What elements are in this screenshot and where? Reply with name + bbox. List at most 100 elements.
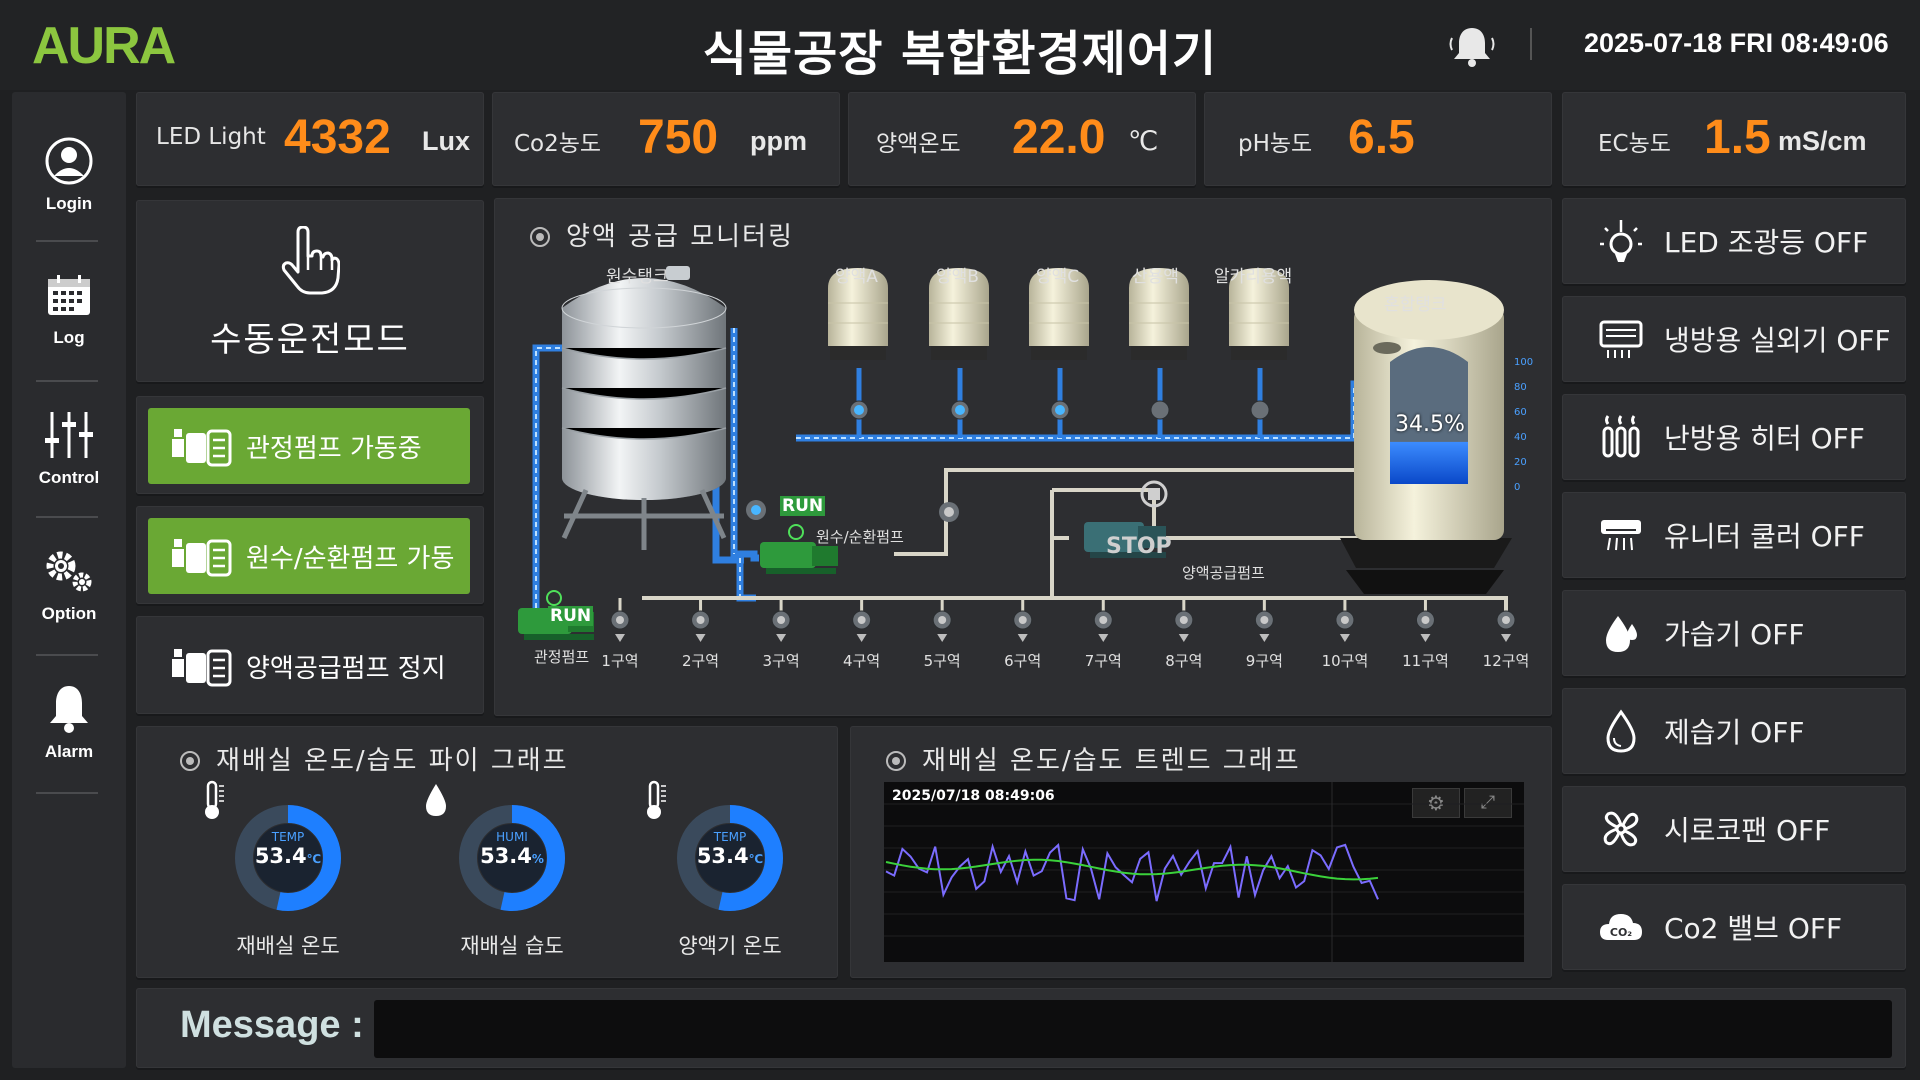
- control-ac-outdoor[interactable]: 냉방용 실외기 OFF: [1562, 296, 1906, 382]
- control-label: 냉방용 실외기 OFF: [1664, 324, 1891, 357]
- sensor-card-solution-temp: 양액온도 22.0 ℃: [848, 92, 1196, 186]
- zone-valve-core: [1179, 616, 1188, 624]
- sensor-card-led: LED Light 4332 Lux: [136, 92, 484, 186]
- pump-icon: [172, 429, 232, 467]
- well-pump-button[interactable]: 관정펌프 가동중: [148, 408, 470, 484]
- header-divider: [1530, 28, 1532, 60]
- sidebar-item-label: Log: [53, 328, 85, 347]
- cooler-icon: [1601, 520, 1641, 551]
- svg-text:CO₂: CO₂: [1610, 926, 1632, 939]
- zone-label-3: 3구역: [762, 652, 800, 670]
- sidebar-item-option[interactable]: Option: [12, 546, 126, 624]
- zone-valve-core: [616, 616, 624, 624]
- supply-pump-button[interactable]: 양액공급펌프 정지: [148, 628, 470, 704]
- trend-chart-area: 2025/07/18 08:49:06 ⚙ ⤢: [884, 782, 1524, 962]
- sensor-unit: Lux: [422, 126, 471, 156]
- bell-icon: [50, 686, 88, 733]
- control-label: 가습기 OFF: [1664, 618, 1805, 651]
- control-label: LED 조광등 OFF: [1664, 226, 1869, 259]
- control-humidifier[interactable]: 가습기 OFF: [1562, 590, 1906, 676]
- bulb-icon: [1600, 220, 1642, 262]
- fan-icon: [1603, 811, 1639, 847]
- tank-label-a: 양액A: [835, 267, 878, 287]
- control-label: 유니터 쿨러 OFF: [1664, 520, 1865, 553]
- control-sirocco-fan[interactable]: 시로코팬 OFF: [1562, 786, 1906, 872]
- control-label: 제습기 OFF: [1664, 716, 1805, 749]
- gauge-center-0: TEMP 53.4℃: [254, 830, 322, 868]
- trend-graph-panel: 재배실 온도/습도 트렌드 그래프 2025/07/18 08:49:06 ⚙ …: [850, 726, 1552, 978]
- pie-graph-panel: 재배실 온도/습도 파이 그래프 재배실 온도 재배실 습도 양액기 온도 TE…: [136, 726, 838, 978]
- zone-label-12: 12구역: [1482, 652, 1530, 670]
- sensor-card-ec: EC농도 1.5 mS/cm: [1562, 92, 1906, 186]
- control-led[interactable]: LED 조광등 OFF: [1562, 198, 1906, 284]
- zone-valve-core: [938, 616, 947, 624]
- zone-label-7: 7구역: [1084, 652, 1122, 670]
- control-co2-valve[interactable]: CO₂ Co2 밸브 OFF: [1562, 884, 1906, 970]
- control-dehumidifier[interactable]: 제습기 OFF: [1562, 688, 1906, 774]
- zone-label-1: 1구역: [601, 652, 639, 670]
- sensor-value: 6.5: [1348, 111, 1415, 164]
- zone-label-11: 11구역: [1402, 652, 1449, 670]
- sensor-value: 750: [638, 111, 719, 164]
- sidebar-item-alarm[interactable]: Alarm: [12, 684, 126, 762]
- circulation-pump-panel: 원수/순환펌프 가동: [136, 506, 484, 604]
- zone-arrow: [1178, 634, 1189, 642]
- current-datetime: 2025-07-18 FRI 08:49:06: [1584, 28, 1889, 58]
- trend-title: 재배실 온도/습도 트렌드 그래프: [886, 740, 1301, 777]
- heater-icon: [1602, 415, 1640, 458]
- zone-arrow: [695, 634, 706, 642]
- gauge-center-1: HUMI 53.4%: [480, 830, 544, 868]
- sensor-value: 1.5: [1704, 111, 1771, 164]
- zone-arrow: [937, 634, 948, 642]
- well-pump-state: RUN: [548, 606, 594, 626]
- sidebar-item-log[interactable]: Log: [12, 272, 126, 348]
- zone-label-5: 5구역: [923, 652, 961, 670]
- sensor-card-ph: pH농도 6.5: [1204, 92, 1552, 186]
- zone-valve-core: [1018, 616, 1027, 624]
- sidebar: Login Log Control Option Alarm: [12, 92, 126, 1068]
- supply-pump-panel: 양액공급펌프 정지: [136, 616, 484, 714]
- mix-tank-level-fill: [1390, 441, 1468, 484]
- manual-mode-button[interactable]: 수동운전모드: [136, 200, 484, 382]
- zone-label-9: 9구역: [1245, 652, 1283, 670]
- control-heater[interactable]: 난방용 히터 OFF: [1562, 394, 1906, 480]
- zone-valve-core: [1340, 616, 1349, 624]
- sidebar-item-label: Control: [38, 468, 100, 487]
- thermometer-icon: [647, 780, 666, 819]
- sensor-label: pH농도: [1238, 131, 1313, 157]
- circulation-pump-label: 원수/순환펌프 가동: [246, 543, 455, 574]
- sensor-unit: ℃: [1128, 126, 1159, 156]
- tank-label-b: 양액B: [936, 267, 979, 287]
- sidebar-divider: [36, 792, 98, 794]
- gauge-label-room-temp: 재배실 온도: [236, 934, 340, 958]
- well-pump-panel: 관정펌프 가동중: [136, 396, 484, 494]
- droplet-icon: [426, 784, 446, 816]
- sensor-label: Co2농도: [514, 131, 602, 157]
- zone-valve-core: [857, 616, 866, 624]
- supply-pump-label: 양액공급펌프 정지: [246, 653, 446, 684]
- nutrient-monitor-panel: 양액 공급 모니터링 원수탱크 양액A 양액B 양액C 산용액 알카리용액 혼합…: [494, 198, 1552, 716]
- zone-valve-core: [1502, 616, 1510, 624]
- sidebar-item-control[interactable]: Control: [12, 410, 126, 488]
- sensor-label: EC농도: [1598, 131, 1671, 157]
- zone-valve-core: [1260, 616, 1269, 624]
- notification-bell-icon[interactable]: [1446, 24, 1498, 70]
- control-label: 난방용 히터 OFF: [1664, 422, 1865, 455]
- sensor-unit: mS/cm: [1778, 126, 1867, 156]
- gauge-label-room-humi: 재배실 습도: [460, 934, 564, 958]
- zone-label-10: 10구역: [1321, 652, 1369, 670]
- ac-outdoor-icon: [1599, 320, 1643, 358]
- thermometer-icon: [205, 780, 224, 819]
- control-label: 시로코팬 OFF: [1664, 814, 1831, 847]
- circulation-pump-button[interactable]: 원수/순환펌프 가동: [148, 518, 470, 594]
- sidebar-item-login[interactable]: Login: [12, 136, 126, 214]
- tank-label-acid: 산용액: [1132, 267, 1179, 287]
- control-unit-cooler[interactable]: 유니터 쿨러 OFF: [1562, 492, 1906, 578]
- control-label: Co2 밸브 OFF: [1664, 912, 1843, 945]
- zone-label-2: 2구역: [681, 652, 720, 670]
- supply-pump-label: 양액공급펌프: [1182, 564, 1265, 582]
- message-label: Message :: [180, 1004, 364, 1046]
- mix-tank: [1340, 280, 1512, 594]
- sensor-card-co2: Co2농도 750 ppm: [492, 92, 840, 186]
- sidebar-item-label: Alarm: [44, 742, 94, 761]
